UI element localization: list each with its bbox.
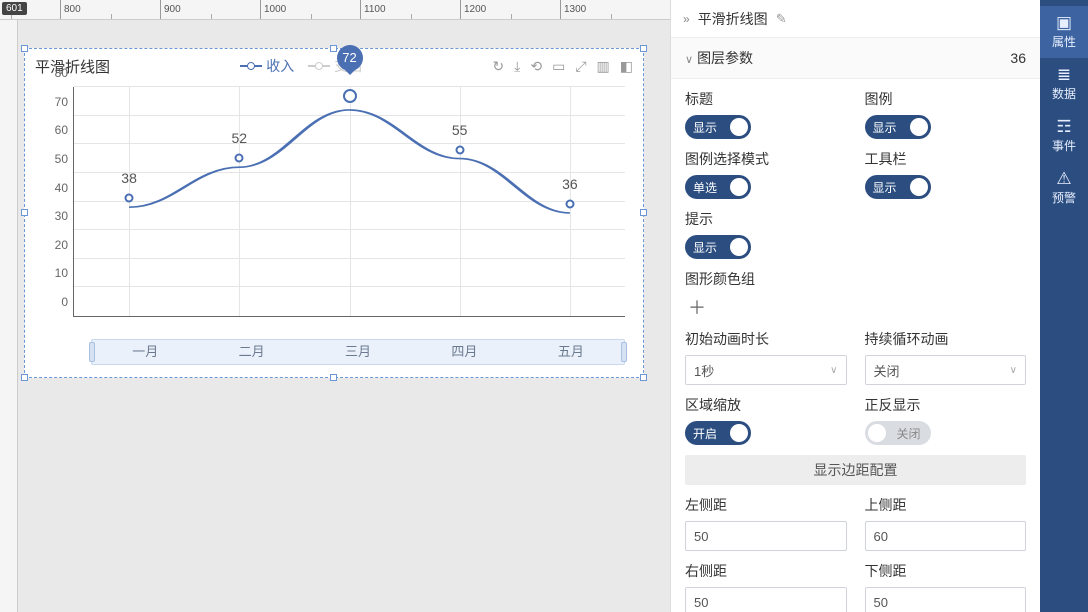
title-toggle[interactable]: 显示 xyxy=(685,115,751,139)
properties-panel: » 平滑折线图 ✎ ∨图层参数 36 标题 显示 图例 显示 图例选择模式 单选 xyxy=(670,0,1040,612)
panel-title: 平滑折线图 xyxy=(698,9,768,29)
events-icon: ☶ xyxy=(1056,118,1071,135)
chevron-down-icon: ∨ xyxy=(685,54,693,66)
chevron-down-icon: ∨ xyxy=(830,365,837,376)
legend-marker-icon xyxy=(308,65,330,67)
data-point-highlight[interactable] xyxy=(343,89,357,103)
prop-label-loopanim: 持续循环动画 xyxy=(865,329,1027,349)
sidebar-tab-events[interactable]: ☶ 事件 xyxy=(1040,110,1088,162)
resize-handle[interactable] xyxy=(21,374,28,381)
zoom-back-icon[interactable]: ⟲ xyxy=(530,58,542,75)
resize-handle[interactable] xyxy=(330,45,337,52)
zoom-toggle[interactable]: 开启 xyxy=(685,421,751,445)
data-tooltip-bubble: 72 xyxy=(337,45,363,71)
legend-toggle[interactable]: 显示 xyxy=(865,115,931,139)
legend-marker-icon xyxy=(240,65,262,67)
chart-plot-area: 0 10 20 30 40 50 60 70 80 38 52 72 55 xyxy=(73,87,625,317)
properties-icon: ▣ xyxy=(1056,14,1072,31)
margin-right-input[interactable] xyxy=(685,587,847,612)
download-icon[interactable]: ⤓ xyxy=(514,58,520,75)
data-point[interactable] xyxy=(455,145,464,154)
selected-chart-widget[interactable]: 平滑折线图 收入 支出 ↻ ⤓ ⟲ ▭ ⤢ ▥ ◧ 0 xyxy=(24,48,644,378)
data-label: 52 xyxy=(232,130,248,146)
prop-label-margin-right: 右侧距 xyxy=(685,561,847,581)
resize-handle[interactable] xyxy=(640,45,647,52)
stack-icon[interactable]: ◧ xyxy=(620,58,633,75)
zoom-icon[interactable]: ▭ xyxy=(552,58,565,75)
reverse-toggle[interactable]: 关闭 xyxy=(865,421,931,445)
data-label: 55 xyxy=(452,122,468,138)
resize-handle[interactable] xyxy=(21,209,28,216)
prop-label-margin-bottom: 下侧距 xyxy=(865,561,1027,581)
data-zoom-slider[interactable]: 一月 二月 三月 四月 五月 xyxy=(91,339,625,365)
resize-handle[interactable] xyxy=(640,374,647,381)
data-point[interactable] xyxy=(235,154,244,163)
margin-top-input[interactable] xyxy=(865,521,1027,551)
loop-anim-select[interactable]: 关闭∨ xyxy=(865,355,1027,385)
legend-item[interactable]: 收入 xyxy=(240,56,294,76)
prop-label-tooltip: 提示 xyxy=(685,209,847,229)
ruler-vertical xyxy=(0,20,18,612)
prop-label-legend-mode: 图例选择模式 xyxy=(685,149,847,169)
slider-handle[interactable] xyxy=(621,342,627,362)
margin-left-input[interactable] xyxy=(685,521,847,551)
section-count: 36 xyxy=(1010,50,1026,66)
sidebar-tab-data[interactable]: ≣ 数据 xyxy=(1040,58,1088,110)
resize-handle[interactable] xyxy=(330,374,337,381)
sidebar-tab-alert[interactable]: ⚠ 预警 xyxy=(1040,162,1088,214)
collapse-icon[interactable]: » xyxy=(683,12,690,26)
alert-icon: ⚠ xyxy=(1056,170,1071,187)
data-label: 36 xyxy=(562,176,578,192)
resize-handle[interactable] xyxy=(21,45,28,52)
edit-icon[interactable]: ✎ xyxy=(776,11,787,27)
prop-label-initanim: 初始动画时长 xyxy=(685,329,847,349)
data-point[interactable] xyxy=(565,199,574,208)
prop-label-margin-left: 左侧距 xyxy=(685,495,847,515)
right-sidebar: ▣ 属性 ≣ 数据 ☶ 事件 ⚠ 预警 xyxy=(1040,0,1088,612)
toolbar-toggle[interactable]: 显示 xyxy=(865,175,931,199)
chevron-down-icon: ∨ xyxy=(1010,365,1017,376)
prop-label-colorgroup: 图形颜色组 xyxy=(685,269,1026,289)
prop-label-toolbar: 工具栏 xyxy=(865,149,1027,169)
chart-toolbar: ↻ ⤓ ⟲ ▭ ⤢ ▥ ◧ xyxy=(492,58,633,75)
tooltip-toggle[interactable]: 显示 xyxy=(685,235,751,259)
prop-label-margin-top: 上侧距 xyxy=(865,495,1027,515)
margin-config-button[interactable]: 显示边距配置 xyxy=(685,455,1026,485)
prop-label-legend: 图例 xyxy=(865,89,1027,109)
section-header[interactable]: ∨图层参数 36 xyxy=(671,38,1040,79)
data-icon: ≣ xyxy=(1057,66,1071,83)
margin-bottom-input[interactable] xyxy=(865,587,1027,612)
ruler-horizontal: 700 800 900 1000 1100 1200 1300 xyxy=(0,0,670,20)
slider-handle[interactable] xyxy=(89,342,95,362)
refresh-icon[interactable]: ↻ xyxy=(492,58,504,75)
legend-mode-toggle[interactable]: 单选 xyxy=(685,175,751,199)
prop-label-reverse: 正反显示 xyxy=(865,395,1027,415)
init-anim-select[interactable]: 1秒∨ xyxy=(685,355,847,385)
resize-handle[interactable] xyxy=(640,209,647,216)
data-point[interactable] xyxy=(125,194,134,203)
prop-label-zoom: 区域缩放 xyxy=(685,395,847,415)
sidebar-tab-properties[interactable]: ▣ 属性 xyxy=(1040,6,1088,58)
bar-icon[interactable]: ▥ xyxy=(597,58,610,75)
line-series xyxy=(74,87,625,316)
ruler-position-badge: 601 xyxy=(2,2,27,15)
prop-label-title: 标题 xyxy=(685,89,847,109)
add-color-button[interactable]: ＋ xyxy=(685,295,709,319)
chart-title: 平滑折线图 xyxy=(35,56,110,77)
dataview-icon[interactable]: ⤢ xyxy=(575,58,586,75)
canvas[interactable]: 601 700 800 900 1000 1100 1200 1300 平滑折线… xyxy=(0,0,670,612)
data-label: 38 xyxy=(121,170,137,186)
